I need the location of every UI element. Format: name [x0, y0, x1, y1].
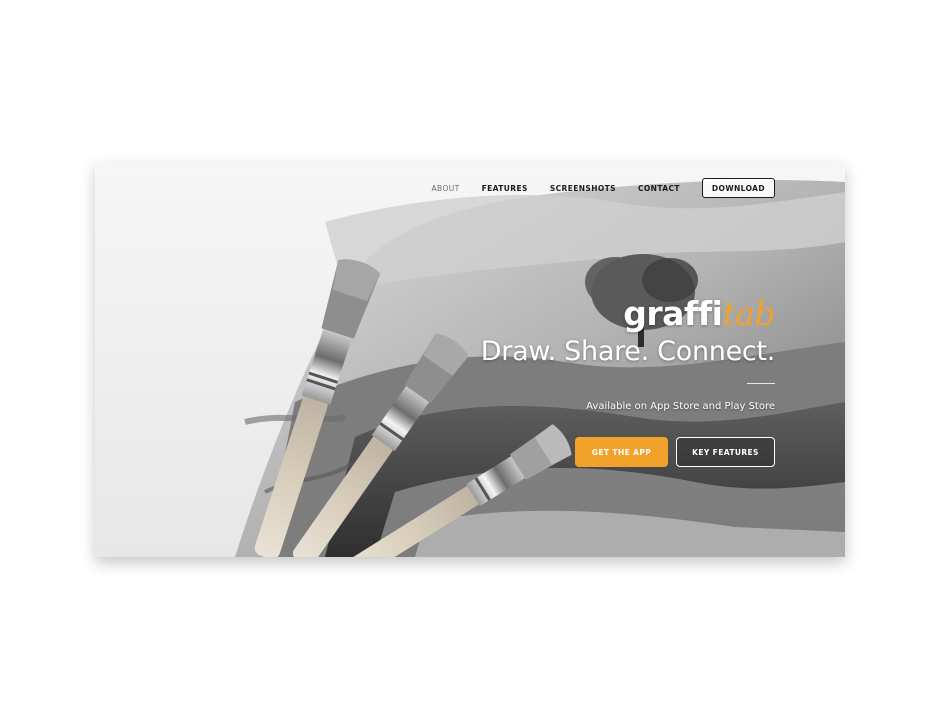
nav-link-contact[interactable]: CONTACT — [638, 184, 680, 193]
brand-logo-accent: tab — [722, 294, 775, 333]
nav-link-screenshots[interactable]: SCREENSHOTS — [550, 184, 616, 193]
key-features-button[interactable]: KEY FEATURES — [676, 437, 775, 467]
nav-link-features[interactable]: FEATURES — [482, 184, 528, 193]
brand-logo: graffitab — [481, 297, 775, 331]
hero-cta-row: GET THE APP KEY FEATURES — [575, 437, 775, 467]
hero-tagline: Draw. Share. Connect. — [480, 336, 776, 367]
hero-subline: Available on App Store and Play Store — [586, 401, 775, 412]
hero-divider — [747, 383, 775, 384]
top-navigation: ABOUT FEATURES SCREENSHOTS CONTACT DOWNL… — [410, 178, 775, 198]
get-the-app-button[interactable]: GET THE APP — [575, 437, 668, 467]
hero-content: graffitab Draw. Share. Connect. Availabl… — [480, 297, 776, 413]
nav-link-about[interactable]: ABOUT — [432, 184, 460, 193]
brand-logo-primary: graffi — [623, 294, 723, 333]
hero-section: ABOUT FEATURES SCREENSHOTS CONTACT DOWNL… — [95, 162, 845, 557]
download-button[interactable]: DOWNLOAD — [701, 178, 775, 198]
